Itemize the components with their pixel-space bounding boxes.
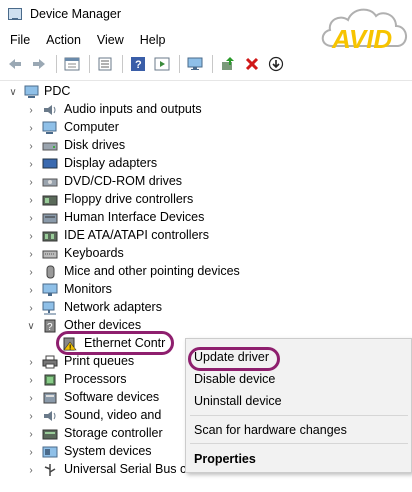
window-title: Device Manager xyxy=(30,7,122,21)
scan-download-icon[interactable] xyxy=(265,53,287,75)
chevron-right-icon[interactable]: › xyxy=(26,249,36,260)
computer-icon xyxy=(42,121,57,134)
chevron-right-icon[interactable]: › xyxy=(26,393,36,404)
chevron-down-icon[interactable]: ∨ xyxy=(8,87,18,98)
chevron-right-icon[interactable]: › xyxy=(26,447,36,458)
disk-drive-icon xyxy=(42,142,58,151)
show-hide-pane-icon[interactable] xyxy=(151,53,173,75)
floppy-controller-icon xyxy=(42,195,58,206)
toolbar-separator xyxy=(179,55,180,73)
toolbar-separator xyxy=(56,55,57,73)
avid-logo: AVID xyxy=(321,8,407,54)
menu-view[interactable]: View xyxy=(89,31,132,51)
tree-item-label: Processors xyxy=(64,372,127,386)
menu-bar: File Action View Help xyxy=(0,31,174,51)
forward-icon[interactable] xyxy=(28,53,50,75)
chevron-right-icon[interactable]: › xyxy=(26,285,36,296)
device-manager-icon xyxy=(8,8,22,20)
chevron-down-icon[interactable]: ∨ xyxy=(26,321,36,332)
tree-item-label: Floppy drive controllers xyxy=(64,192,194,206)
list-view-icon[interactable] xyxy=(94,53,116,75)
tree-item-label: Audio inputs and outputs xyxy=(64,102,202,116)
tree-item-label: System devices xyxy=(64,444,152,458)
speaker-icon xyxy=(44,105,56,115)
uninstall-device-menu-item[interactable]: Uninstall device xyxy=(194,392,282,410)
chevron-right-icon[interactable]: › xyxy=(26,213,36,224)
chevron-right-icon[interactable]: › xyxy=(26,231,36,242)
properties-menu-item[interactable]: Properties xyxy=(194,450,256,468)
menu-separator xyxy=(190,443,408,444)
menu-file[interactable]: File xyxy=(0,31,38,51)
uninstall-icon[interactable] xyxy=(241,53,263,75)
tree-item-label: IDE ATA/ATAPI controllers xyxy=(64,228,209,242)
back-icon[interactable] xyxy=(4,53,26,75)
help-icon[interactable]: ? xyxy=(127,53,149,75)
tree-item-label: Sound, video and xyxy=(64,408,162,422)
software-device-icon xyxy=(43,392,57,404)
chevron-right-icon[interactable]: › xyxy=(26,195,36,206)
tree-item-label: Disk drives xyxy=(64,138,126,152)
svg-text:?: ? xyxy=(47,322,53,333)
menu-separator xyxy=(190,415,408,416)
tree-item-label: Human Interface Devices xyxy=(64,210,205,224)
chevron-right-icon[interactable]: › xyxy=(26,267,36,278)
chevron-right-icon[interactable]: › xyxy=(26,429,36,440)
chevron-right-icon[interactable]: › xyxy=(26,177,36,188)
tree-item-label: Monitors xyxy=(64,282,112,296)
storage-controller-icon xyxy=(42,429,58,440)
highlight-ring xyxy=(56,331,174,355)
other-devices-icon: ? xyxy=(44,319,56,333)
toolbar-separator xyxy=(89,55,90,73)
update-driver-menu-item[interactable]: Update driver xyxy=(194,348,269,366)
menu-action[interactable]: Action xyxy=(38,31,89,51)
tree-item-label: Display adapters xyxy=(64,156,158,170)
update-driver-icon[interactable] xyxy=(217,53,239,75)
menu-help[interactable]: Help xyxy=(132,31,174,51)
processor-icon xyxy=(44,374,56,386)
network-adapter-icon xyxy=(42,301,56,315)
chevron-right-icon[interactable]: › xyxy=(26,105,36,116)
toolbar: ? xyxy=(0,52,412,76)
printer-icon xyxy=(42,355,58,369)
chevron-right-icon[interactable]: › xyxy=(26,141,36,152)
computer-icon xyxy=(24,85,39,98)
ide-controller-icon xyxy=(42,231,58,242)
chevron-right-icon[interactable]: › xyxy=(26,123,36,134)
monitor-icon xyxy=(42,283,58,296)
toolbar-separator xyxy=(122,55,123,73)
tree-item-label: DVD/CD-ROM drives xyxy=(64,174,183,188)
tree-item-label: Network adapters xyxy=(64,300,162,314)
mouse-icon xyxy=(46,265,55,279)
properties-window-icon[interactable] xyxy=(61,53,83,75)
keyboard-icon xyxy=(42,250,58,259)
scan-hardware-menu-item[interactable]: Scan for hardware changes xyxy=(194,421,347,439)
tree-item-label: Computer xyxy=(64,120,119,134)
disable-device-menu-item[interactable]: Disable device xyxy=(194,370,275,388)
system-device-icon xyxy=(42,446,58,458)
tree-item-label: Software devices xyxy=(64,390,160,404)
monitor-icon[interactable] xyxy=(184,53,206,75)
chevron-right-icon[interactable]: › xyxy=(26,303,36,314)
tree-item-label: Print queues xyxy=(64,354,135,368)
hid-icon xyxy=(42,213,58,224)
chevron-right-icon[interactable]: › xyxy=(26,375,36,386)
toolbar-separator xyxy=(212,55,213,73)
chevron-right-icon[interactable]: › xyxy=(26,411,36,422)
tree-root-label: PDC xyxy=(44,84,71,98)
chevron-right-icon[interactable]: › xyxy=(26,357,36,368)
svg-text:AVID: AVID xyxy=(331,24,392,54)
chevron-right-icon[interactable]: › xyxy=(26,159,36,170)
tree-item-label: Storage controller xyxy=(64,426,163,440)
tree-item-label: Other devices xyxy=(64,318,142,332)
sound-icon xyxy=(44,411,56,421)
chevron-right-icon[interactable]: › xyxy=(26,465,36,476)
context-menu: Update driver Disable device Uninstall d… xyxy=(185,338,412,473)
svg-text:?: ? xyxy=(135,59,142,71)
tree-item-label: Mice and other pointing devices xyxy=(64,264,240,278)
display-adapter-icon xyxy=(42,158,58,169)
tree-item-label: Keyboards xyxy=(64,246,124,260)
usb-icon xyxy=(44,464,56,476)
dvd-drive-icon xyxy=(42,178,58,187)
